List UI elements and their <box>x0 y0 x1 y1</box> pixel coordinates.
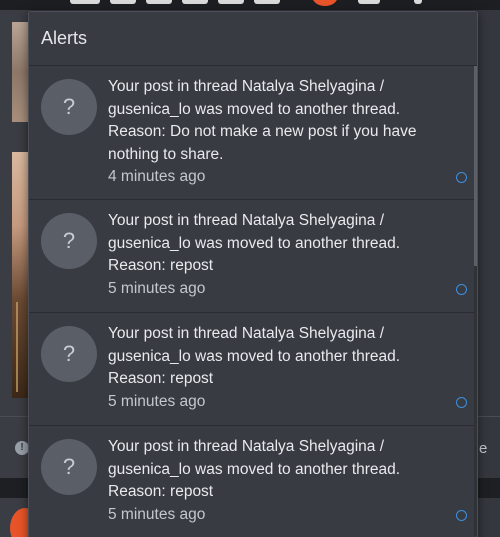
alert-text-line: Your post in thread Natalya Shelyagina / <box>108 325 385 342</box>
unread-circle-icon[interactable] <box>456 172 467 183</box>
scrollbar-thumb[interactable] <box>474 66 477 266</box>
alerts-popup: Alerts ? Your post in thread Natalya She… <box>28 11 478 537</box>
alert-item[interactable]: ? Your post in thread Natalya Shelyagina… <box>29 66 477 200</box>
alert-text-line: gusenica_lo was moved to another thread. <box>108 460 401 478</box>
question-mark-avatar-icon[interactable]: ? <box>41 79 97 135</box>
alert-timestamp: 4 minutes ago <box>108 168 206 185</box>
question-mark-avatar-icon[interactable]: ? <box>41 326 97 382</box>
warning-icon: ! <box>15 441 29 455</box>
alert-timestamp: 5 minutes ago <box>108 392 206 410</box>
alert-text-line: Reason: repost <box>108 483 214 500</box>
alert-body: Your post in thread Natalya Shelyagina /… <box>108 210 423 300</box>
question-mark-avatar-icon[interactable]: ? <box>41 213 97 269</box>
alert-timestamp: 5 minutes ago <box>108 505 206 523</box>
background-top-bar <box>0 0 500 10</box>
alerts-title: Alerts <box>41 28 88 48</box>
alert-text-line: Your post in thread Natalya Shelyagina / <box>108 212 385 229</box>
alert-item[interactable]: ? Your post in thread Natalya Shelyagina… <box>29 426 477 537</box>
alert-item[interactable]: ? Your post in thread Natalya Shelyagina… <box>29 200 477 313</box>
alert-text-line: Reason: Do not make a new post if you ha… <box>108 123 417 140</box>
alert-text-line: Your post in thread Natalya Shelyagina / <box>108 438 385 455</box>
alert-text-line: gusenica_lo was moved to another thread. <box>108 347 401 365</box>
notification-badge[interactable] <box>312 0 338 6</box>
alert-text-line: gusenica_lo was moved to another thread. <box>108 234 401 252</box>
unread-circle-icon[interactable] <box>456 510 467 521</box>
alert-body: Your post in thread Natalya Shelyagina /… <box>108 76 423 189</box>
background-text-fragment: e <box>479 440 488 457</box>
screen: ! e Alerts ? Your post in thread Natalya… <box>0 0 500 537</box>
alert-body: Your post in thread Natalya Shelyagina /… <box>108 323 423 413</box>
alert-item[interactable]: ? Your post in thread Natalya Shelyagina… <box>29 313 477 426</box>
alert-text-line: Reason: repost <box>108 370 214 387</box>
unread-circle-icon[interactable] <box>456 397 467 408</box>
alert-body: Your post in thread Natalya Shelyagina /… <box>108 436 423 526</box>
alert-text-line: gusenica_lo was moved to another thread. <box>108 100 401 118</box>
alerts-header: Alerts <box>29 12 477 66</box>
unread-circle-icon[interactable] <box>456 284 467 295</box>
alert-text-line: nothing to share. <box>108 145 224 163</box>
alert-text-line: Reason: repost <box>108 257 214 274</box>
alert-text-line: Your post in thread Natalya Shelyagina / <box>108 78 385 95</box>
alert-timestamp: 5 minutes ago <box>108 279 206 297</box>
question-mark-avatar-icon[interactable]: ? <box>41 439 97 495</box>
alerts-list: ? Your post in thread Natalya Shelyagina… <box>29 66 477 537</box>
